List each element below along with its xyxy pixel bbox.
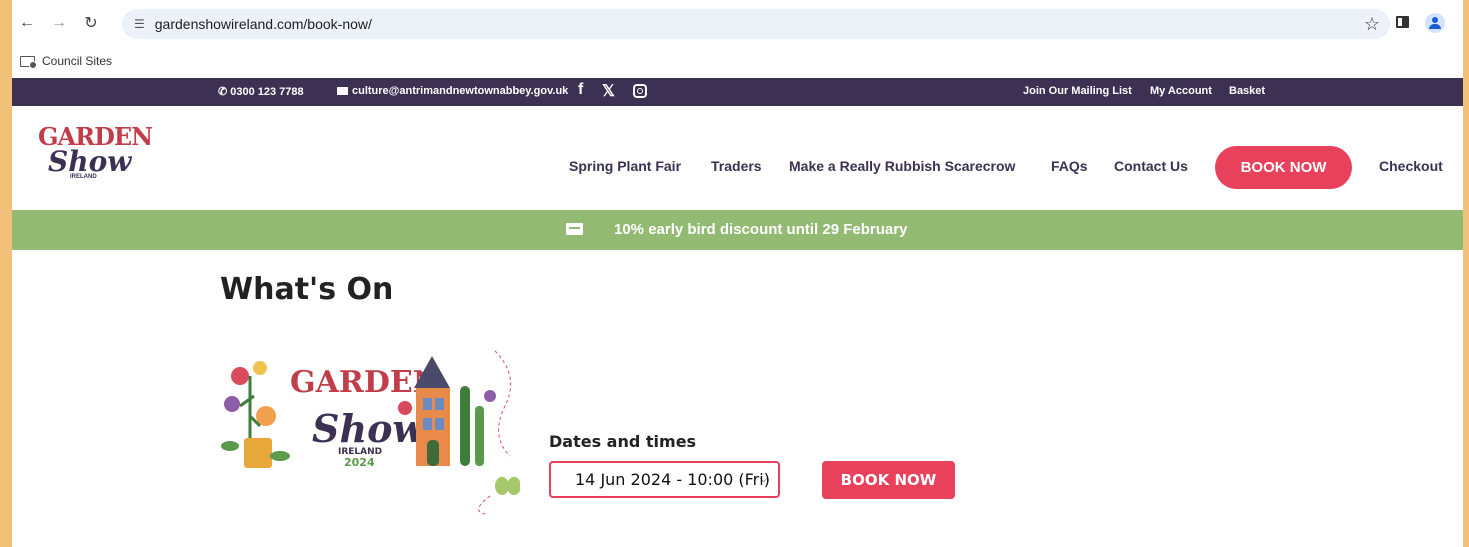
chevron-down-icon: ⌵	[759, 472, 768, 485]
facebook-icon[interactable]: f	[578, 81, 583, 99]
side-panel-icon[interactable]	[1396, 16, 1409, 28]
browser-window: ← → ↻ ☰ gardenshowireland.com/book-now/ …	[12, 0, 1463, 547]
page-frame-left	[0, 0, 12, 547]
mailing-list-link[interactable]: Join Our Mailing List	[1023, 85, 1132, 97]
browser-toolbar: ← → ↻ ☰ gardenshowireland.com/book-now/ …	[12, 0, 1463, 46]
promo-banner: 10% early bird discount until 29 Februar…	[12, 210, 1463, 250]
dates-and-times-label: Dates and times	[549, 432, 697, 451]
site-settings-icon[interactable]: ☰	[134, 17, 145, 31]
url-text[interactable]: gardenshowireland.com/book-now/	[155, 16, 372, 32]
site-header: GARDEN Show IRELAND Spring Plant Fair Tr…	[12, 106, 1463, 210]
nav-faqs[interactable]: FAQs	[1051, 158, 1088, 174]
email-link[interactable]: culture@antrimandnewtownabbey.gov.uk	[337, 85, 568, 97]
butterfly-illustration	[478, 477, 521, 515]
header-book-now-button[interactable]: BOOK NOW	[1215, 146, 1352, 189]
promo-text: 10% early bird discount until 29 Februar…	[614, 221, 908, 238]
event-image-year-text: 2024	[344, 456, 375, 469]
my-account-link[interactable]: My Account	[1150, 85, 1212, 97]
bookmarks-bar: Council Sites	[12, 46, 1463, 76]
page-frame-right	[1463, 0, 1469, 547]
selected-date-value: 14 Jun 2024 - 10:00 (Fri)	[575, 470, 770, 489]
bookmark-star-icon[interactable]: ☆	[1364, 14, 1380, 35]
forward-icon[interactable]: →	[48, 12, 70, 34]
address-bar[interactable]: ☰ gardenshowireland.com/book-now/ ☆	[122, 9, 1390, 39]
nav-spring-plant-fair[interactable]: Spring Plant Fair	[569, 158, 681, 174]
nav-checkout[interactable]: Checkout	[1379, 158, 1443, 174]
site-logo[interactable]: GARDEN Show IRELAND	[38, 122, 153, 202]
managed-folder-icon	[20, 55, 37, 69]
date-time-select[interactable]: 14 Jun 2024 - 10:00 (Fri) ⌵	[549, 461, 780, 498]
event-image: GARDEN Show IRELAND 2024	[220, 346, 521, 516]
contact-topbar: ✆ 0300 123 7788 culture@antrimandnewtown…	[12, 78, 1463, 106]
profile-avatar-icon[interactable]	[1425, 13, 1445, 33]
x-twitter-icon[interactable]: 𝕏	[602, 81, 615, 101]
phone-link[interactable]: ✆ 0300 123 7788	[218, 85, 304, 99]
reload-icon[interactable]: ↻	[80, 12, 102, 34]
email-address: culture@antrimandnewtownabbey.gov.uk	[352, 85, 569, 97]
event-book-now-button[interactable]: BOOK NOW	[822, 461, 955, 499]
nav-traders[interactable]: Traders	[711, 158, 762, 174]
instagram-icon[interactable]	[633, 84, 647, 98]
ticket-icon	[566, 223, 583, 235]
envelope-icon	[337, 87, 348, 95]
flower-illustration	[221, 361, 290, 468]
page-title: What's On	[220, 272, 394, 307]
nav-contact-us[interactable]: Contact Us	[1114, 158, 1188, 174]
basket-link[interactable]: Basket	[1229, 85, 1265, 97]
nav-scarecrow[interactable]: Make a Really Rubbish Scarecrow	[789, 158, 1015, 174]
phone-icon: ✆	[218, 86, 228, 98]
back-icon[interactable]: ←	[16, 12, 38, 34]
phone-number: 0300 123 7788	[230, 85, 304, 98]
bookmark-council-sites[interactable]: Council Sites	[42, 54, 112, 68]
